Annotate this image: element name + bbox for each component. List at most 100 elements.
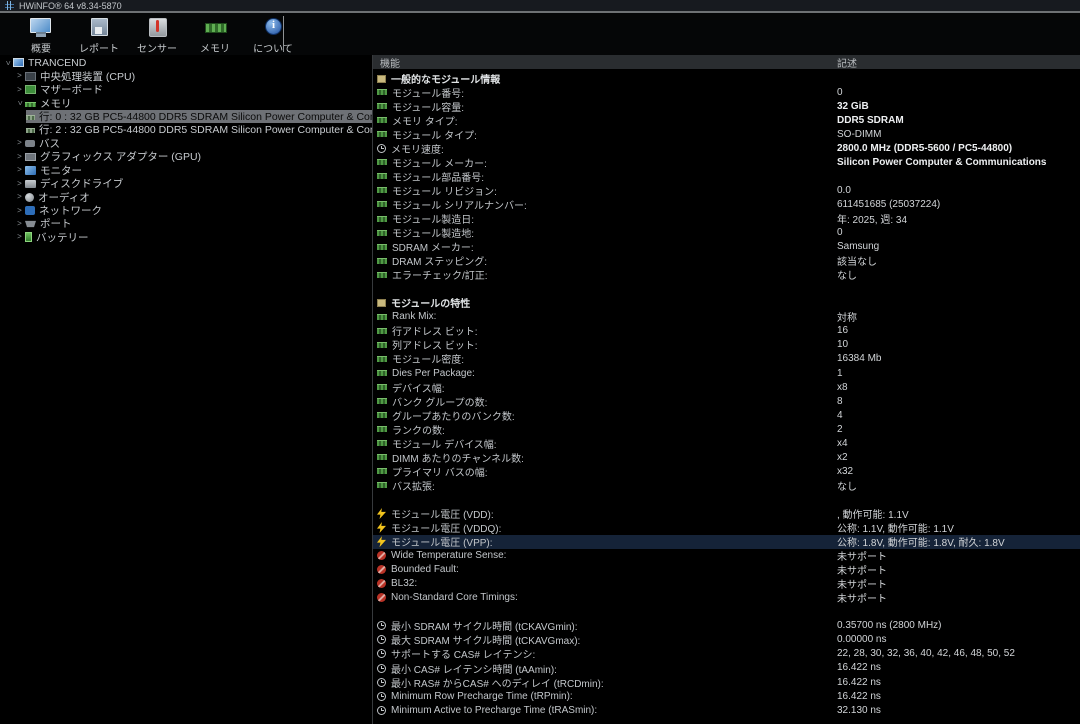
row-value: 公称: 1.8V, 動作可能: 1.8V, 耐久: 1.8V xyxy=(837,534,1080,549)
detail-row[interactable]: Dies Per Package:1 xyxy=(373,366,1080,380)
spacer-row xyxy=(373,492,1080,506)
row-label: Non-Standard Core Timings: xyxy=(391,592,518,603)
detail-row[interactable]: 最大 SDRAM サイクル時間 (tCKAVGmax):0.00000 ns xyxy=(373,633,1080,647)
chevron-collapsed-icon[interactable]: > xyxy=(14,233,25,241)
detail-row[interactable]: サポートする CAS# レイテンシ:22, 28, 30, 32, 36, 40… xyxy=(373,647,1080,661)
chevron-collapsed-icon[interactable]: > xyxy=(14,72,25,80)
detail-row[interactable]: 最小 RAS# からCAS# へのディレイ (tRCDmin):16.422 n… xyxy=(373,675,1080,689)
detail-row[interactable]: メモリ速度:2800.0 MHz (DDR5-5600 / PC5-44800) xyxy=(373,141,1080,155)
tree-item-memory-row-2[interactable]: 行: 2 : 32 GB PC5-44800 DDR5 SDRAM Silico… xyxy=(0,123,372,136)
section-row[interactable]: モジュールの特性 xyxy=(373,296,1080,310)
detail-row[interactable]: モジュール シリアルナンバー:611451685 (25037224) xyxy=(373,197,1080,211)
not-supported-icon xyxy=(377,593,386,602)
detail-row[interactable]: Rank Mix:対称 xyxy=(373,310,1080,324)
tree-item-audio[interactable]: >オーディオ xyxy=(0,190,372,203)
row-value: SO-DIMM xyxy=(837,129,1080,140)
row-label: DRAM ステッピング: xyxy=(392,253,487,268)
chevron-collapsed-icon[interactable]: > xyxy=(14,139,25,147)
tree-item-motherboard[interactable]: >マザーボード xyxy=(0,83,372,96)
chevron-collapsed-icon[interactable]: > xyxy=(14,207,25,215)
detail-row[interactable]: Bounded Fault:未サポート xyxy=(373,563,1080,577)
detail-row[interactable]: Minimum Row Precharge Time (tRPmin):16.4… xyxy=(373,689,1080,703)
detail-row[interactable]: モジュール電圧 (VPP):公称: 1.8V, 動作可能: 1.8V, 耐久: … xyxy=(373,535,1080,549)
detail-row[interactable]: グループあたりのバンク数:4 xyxy=(373,408,1080,422)
detail-row[interactable]: モジュール密度:16384 Mb xyxy=(373,352,1080,366)
tree-item-ports[interactable]: >ポート xyxy=(0,217,372,230)
detail-row[interactable]: モジュール番号:0 xyxy=(373,85,1080,99)
detail-row[interactable]: モジュール容量:32 GiB xyxy=(373,99,1080,113)
row-label-cell: SDRAM メーカー: xyxy=(373,239,837,254)
ram-icon xyxy=(377,426,387,432)
tree-item-label: モニター xyxy=(40,164,82,177)
row-value: x8 xyxy=(837,382,1080,393)
detail-row[interactable]: バス拡張:なし xyxy=(373,478,1080,492)
row-label-cell: 最小 CAS# レイテンシ時間 (tAAmin): xyxy=(373,661,837,676)
row-label: モジュール製造日: xyxy=(392,211,474,226)
row-value: 未サポート xyxy=(837,562,1080,577)
detail-row[interactable]: BL32:未サポート xyxy=(373,577,1080,591)
section-row[interactable]: 一般的なモジュール情報 xyxy=(373,71,1080,85)
detail-row[interactable]: 行アドレス ビット:16 xyxy=(373,324,1080,338)
detail-row[interactable]: Minimum Active to Precharge Time (tRASmi… xyxy=(373,703,1080,717)
chevron-expanded-icon[interactable]: > xyxy=(4,57,12,68)
chevron-collapsed-icon[interactable]: > xyxy=(14,86,25,94)
tree-item-memory[interactable]: >メモリ xyxy=(0,96,372,109)
detail-row[interactable]: モジュール電圧 (VDDQ):公称: 1.1V, 動作可能: 1.1V xyxy=(373,521,1080,535)
tree-item-monitor[interactable]: > モニター xyxy=(0,164,372,177)
detail-row[interactable]: エラーチェック/訂正:なし xyxy=(373,268,1080,282)
row-value: 年: 2025, 週: 34 xyxy=(837,211,1080,226)
detail-row[interactable]: モジュール タイプ:SO-DIMM xyxy=(373,127,1080,141)
row-label-cell: エラーチェック/訂正: xyxy=(373,267,837,282)
detail-row[interactable]: バンク グループの数:8 xyxy=(373,394,1080,408)
tree-item-gpu[interactable]: >グラフィックス アダプター (GPU) xyxy=(0,150,372,163)
row-value: , 動作可能: 1.1V xyxy=(837,506,1080,521)
toolbar-button-overview[interactable]: 概要 xyxy=(12,13,70,55)
tree-item-computer[interactable]: >TRANCEND xyxy=(0,56,372,69)
tree-item-bus[interactable]: >バス xyxy=(0,137,372,150)
column-header-feature[interactable]: 機能 xyxy=(373,55,837,70)
detail-row[interactable]: モジュール部品番号: xyxy=(373,169,1080,183)
detail-row[interactable]: モジュール メーカー:Silicon Power Computer & Comm… xyxy=(373,155,1080,169)
row-value: 2 xyxy=(837,424,1080,435)
toolbar-button-report[interactable]: レポート xyxy=(70,13,128,55)
row-label-cell: モジュール電圧 (VDDQ): xyxy=(373,520,837,535)
tree-item-network[interactable]: >ネットワーク xyxy=(0,204,372,217)
detail-row[interactable]: モジュール製造日: 年: 2025, 週: 34 xyxy=(373,211,1080,225)
tree-item-label: バッテリー xyxy=(36,231,89,244)
detail-row[interactable]: 最小 SDRAM サイクル時間 (tCKAVGmin):0.35700 ns (… xyxy=(373,619,1080,633)
chevron-collapsed-icon[interactable]: > xyxy=(14,220,25,228)
tree-item-disk-drives[interactable]: >ディスクドライブ xyxy=(0,177,372,190)
column-header-description[interactable]: 記述 xyxy=(837,55,1080,70)
chevron-expanded-icon[interactable]: > xyxy=(16,98,24,109)
detail-row[interactable]: プライマリ バスの幅:x32 xyxy=(373,464,1080,478)
detail-row[interactable]: DIMM あたりのチャンネル数:x2 xyxy=(373,450,1080,464)
detail-row[interactable]: モジュール製造地:0 xyxy=(373,226,1080,240)
detail-row[interactable]: 最小 CAS# レイテンシ時間 (tAAmin):16.422 ns xyxy=(373,661,1080,675)
tree-item-memory-row-0[interactable]: 行: 0 : 32 GB PC5-44800 DDR5 SDRAM Silico… xyxy=(0,110,372,123)
chevron-collapsed-icon[interactable]: > xyxy=(14,180,25,188)
toolbar-button-memory[interactable]: メモリ xyxy=(186,13,244,55)
toolbar-button-about[interactable]: について xyxy=(244,13,302,55)
detail-row[interactable]: モジュール リビジョン:0.0 xyxy=(373,183,1080,197)
chevron-collapsed-icon[interactable]: > xyxy=(14,193,25,201)
toolbar-button-sensors[interactable]: センサー xyxy=(128,13,186,55)
detail-row[interactable]: DRAM ステッピング:該当なし xyxy=(373,254,1080,268)
detail-row[interactable]: 列アドレス ビット:10 xyxy=(373,338,1080,352)
tree-item-cpu[interactable]: >中央処理装置 (CPU) xyxy=(0,69,372,82)
detail-row[interactable]: SDRAM メーカー:Samsung xyxy=(373,240,1080,254)
row-label: デバイス幅: xyxy=(392,380,444,395)
detail-row[interactable]: ランクの数:2 xyxy=(373,422,1080,436)
row-label: モジュール製造地: xyxy=(392,225,474,240)
detail-row[interactable]: Wide Temperature Sense:未サポート xyxy=(373,549,1080,563)
detail-row[interactable]: Non-Standard Core Timings:未サポート xyxy=(373,591,1080,605)
tree-item-body: バッテリー xyxy=(25,231,372,244)
detail-row[interactable]: メモリ タイプ:DDR5 SDRAM xyxy=(373,113,1080,127)
tree-item-battery[interactable]: > バッテリー xyxy=(0,231,372,244)
chevron-collapsed-icon[interactable]: > xyxy=(14,166,25,174)
detail-row[interactable]: モジュール デバイス幅:x4 xyxy=(373,436,1080,450)
detail-row[interactable]: モジュール電圧 (VDD):, 動作可能: 1.1V xyxy=(373,506,1080,520)
row-value: 0.00000 ns xyxy=(837,634,1080,645)
chevron-collapsed-icon[interactable]: > xyxy=(14,153,25,161)
detail-row[interactable]: デバイス幅: x8 xyxy=(373,380,1080,394)
row-label: 一般的なモジュール情報 xyxy=(391,71,500,86)
